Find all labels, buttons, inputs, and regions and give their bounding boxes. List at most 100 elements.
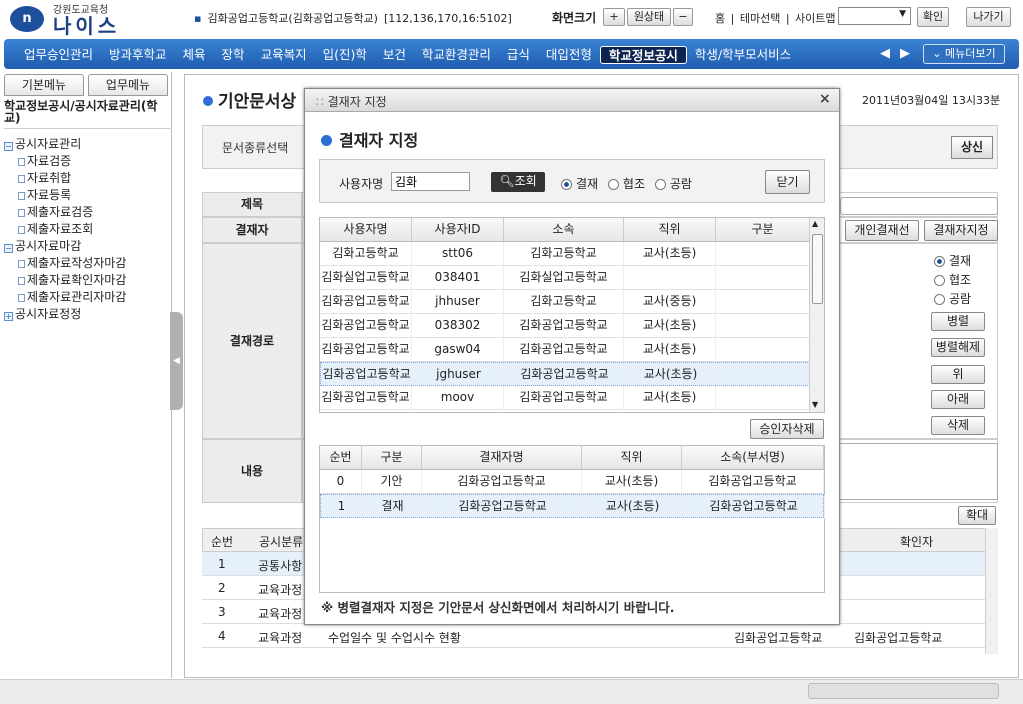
query-button[interactable]: 🔍︎조회 [491,172,545,192]
nav-item[interactable]: 대입전형 [538,46,600,64]
user-row[interactable]: 김화공업고등학교 jghuser 김화공업고등학교 교사(초등) [320,362,811,387]
tree-item-label: 제출자료조회 [27,222,94,236]
exit-button[interactable]: 나가기 [966,7,1011,27]
close-icon[interactable]: × [819,91,831,107]
expand-icon[interactable]: + [4,312,13,321]
tab-basic-menu[interactable]: 기본메뉴 [4,74,84,96]
option-view[interactable]: 공람 [654,177,692,191]
approver-assign-button[interactable]: 결재자지정 [924,220,998,241]
parallel-button[interactable]: 병렬 [931,312,985,331]
tree-item[interactable]: − 공시자료마감 [4,238,81,254]
expand-button[interactable]: 확대 [958,506,996,525]
user-row[interactable]: 김화공업고등학교 moov 김화공업고등학교 교사(초등) [320,386,810,410]
user-name-input[interactable] [391,172,470,191]
route-option-view[interactable]: 공람 [934,290,971,309]
move-up-button[interactable]: 위 [931,365,985,384]
tree-item[interactable]: − 공시자료관리 [4,136,81,152]
table-row[interactable]: 4 교육과정 수업일수 및 수업시수 현황 김화공업고등학교 김화공업고등학교 [202,624,998,648]
tree-item[interactable]: 자료등록 [18,187,71,203]
nav-item[interactable]: 업무승인관리 [16,46,101,64]
collapse-icon[interactable]: − [4,244,13,253]
nav-prev-icon[interactable]: ◀ [880,46,890,61]
nav-item[interactable]: 장학 [214,46,253,64]
col-category: 공시분류 [259,535,304,549]
document-icon [18,209,25,217]
route-option-approve[interactable]: 결재 [934,252,971,271]
approver-label: 결재자 [202,217,302,243]
nav-next-icon[interactable]: ▶ [900,46,910,61]
tree-item[interactable]: 자료취합 [18,170,71,186]
zoom-out-button[interactable]: − [673,8,693,26]
user-row[interactable]: 김화공업고등학교 038302 김화공업고등학교 교사(초등) [320,314,810,338]
tree-item[interactable]: 제출자료검증 [18,204,93,220]
tab-work-menu[interactable]: 업무메뉴 [88,74,168,96]
tree-item-label: 자료취합 [27,171,72,185]
dialog-close-button[interactable]: 닫기 [765,170,810,194]
delete-button[interactable]: 삭제 [931,416,985,435]
option-approve[interactable]: 결재 [561,177,598,191]
sidebar-collapse-handle[interactable]: ◀ [170,312,183,410]
nav-item[interactable]: 학교정보공시 [599,46,687,64]
tree-item-label: 자료검증 [27,154,72,168]
move-down-button[interactable]: 아래 [931,390,985,409]
nav-item[interactable]: 방과후학교 [101,46,175,64]
user-cell: 김화공업고등학교 [320,314,412,338]
approval-col-header: 구분 [362,446,422,470]
route-option-label: 협조 [949,273,972,287]
approval-row[interactable]: 1 결재 김화공업고등학교 교사(초등) 김화공업고등학교 [320,494,825,519]
tree-item[interactable]: 제출자료관리자마감 [18,289,126,305]
tree-item[interactable]: + 공시자료정정 [4,306,81,322]
user-row[interactable]: 김화공업고등학교 jhhuser 김화고등학교 교사(중등) [320,290,810,314]
document-icon [18,158,25,166]
row-category: 교육과정 [258,607,303,621]
route-option-cooperate[interactable]: 협조 [934,271,971,290]
subject-input[interactable] [840,197,998,215]
menu-more-button[interactable]: ⌄ 메뉴더보기 [923,44,1005,64]
user-row[interactable]: 김화공업고등학교 gasw04 김화공업고등학교 교사(초등) [320,338,810,362]
tree-item[interactable]: 제출자료조회 [18,221,93,237]
home-link[interactable]: 홈 [715,12,725,25]
nav-item[interactable]: 입(진)학 [315,46,375,64]
user-cell: 김화공업고등학교 [320,290,412,314]
disclosure-table-scrollbar[interactable] [985,528,998,654]
nav-item[interactable]: 급식 [499,46,538,64]
submit-button[interactable]: 상신 [951,136,993,159]
nav-item[interactable]: 교육복지 [253,46,315,64]
scroll-up-icon[interactable]: ▲ [812,219,818,228]
approval-cell: 김화공업고등학교 [423,495,583,519]
user-table-scrollbar[interactable]: ▲ ▼ [809,218,824,412]
parallel-cancel-button[interactable]: 병렬해제 [931,338,985,357]
nav-item[interactable]: 보건 [375,46,414,64]
delete-approver-button[interactable]: 승인자삭제 [750,419,824,439]
content-input[interactable] [838,443,998,500]
user-table-col-header: 직위 [624,218,716,242]
approval-row[interactable]: 0 기안 김화공업고등학교 교사(초등) 김화공업고등학교 [320,470,824,494]
theme-link[interactable]: 테마선택 [740,12,780,25]
approval-cell: 김화공업고등학교 [682,470,824,494]
divider: | [730,12,735,25]
user-cell: 김화고등학교 [504,242,624,266]
dialog-note: ※ 병렬결재자 지정은 기안문서 상신화면에서 처리하시기 바랍니다. [321,600,675,615]
nav-item[interactable]: 학교환경관리 [414,46,499,64]
personal-line-button[interactable]: 개인결재선 [845,220,919,241]
option-label: 결재 [576,177,599,191]
tree-item[interactable]: 자료검증 [18,153,71,169]
collapse-icon[interactable]: − [4,142,13,151]
nav-item[interactable]: 학생/학부모서비스 [687,46,799,64]
user-name-label: 사용자명 [339,177,384,191]
option-cooperate[interactable]: 협조 [607,177,645,191]
tree-item-label: 제출자료관리자마감 [27,290,127,304]
site-select[interactable] [838,7,911,25]
zoom-reset-button[interactable]: 원상태 [627,8,671,26]
user-row[interactable]: 김화고등학교 stt06 김화고등학교 교사(초등) [320,242,810,266]
tree-item[interactable]: 제출자료확인자마감 [18,272,126,288]
user-row[interactable]: 김화실업고등학교 038401 김화실업고등학교 [320,266,810,290]
col-confirmer: 확인자 [900,535,934,549]
nav-item[interactable]: 체육 [175,46,214,64]
confirm-button[interactable]: 확인 [917,7,949,27]
scroll-down-icon[interactable]: ▼ [812,400,818,409]
scroll-thumb[interactable] [812,234,823,304]
tree-item[interactable]: 제출자료작성자마감 [18,255,126,271]
sitemap-link[interactable]: 사이트맵 [795,12,835,25]
zoom-in-button[interactable]: + [603,8,625,26]
